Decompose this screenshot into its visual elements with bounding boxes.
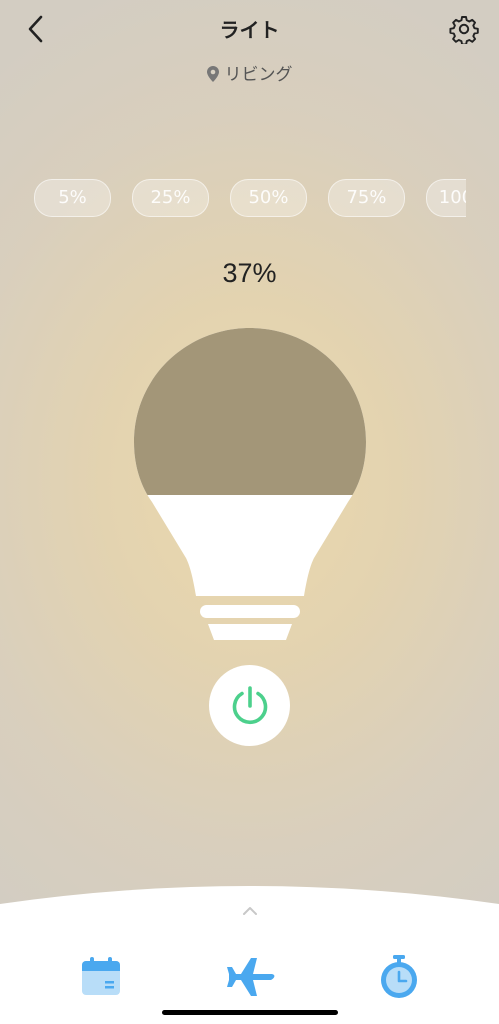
tab-away-mode[interactable] [227,955,275,999]
preset-75[interactable]: 75% [328,179,405,217]
light-bulb-icon[interactable] [130,326,370,646]
brightness-presets: 5% 25% 50% 75% 100% [34,179,466,219]
power-button[interactable] [209,665,290,746]
chevron-up-icon [243,907,257,915]
stopwatch-icon [381,955,417,998]
tab-timer[interactable] [377,955,421,999]
preset-25[interactable]: 25% [132,179,209,217]
room-name: リビング [224,65,293,85]
home-indicator [162,1010,338,1015]
preset-100[interactable]: 100% [426,179,466,217]
preset-50[interactable]: 50% [230,179,307,217]
settings-button[interactable] [449,14,479,46]
header: ライト リビング [0,0,499,100]
power-icon [232,685,267,724]
location-pin-icon [206,66,219,82]
gear-icon [449,16,479,46]
brightness-value: 37% [222,258,277,288]
calendar-icon [82,957,120,995]
page-title: ライト [219,18,280,42]
expand-panel-button[interactable] [239,903,261,917]
tab-schedule[interactable] [79,955,123,999]
preset-5[interactable]: 5% [34,179,111,217]
airplane-icon [227,958,275,996]
location-label: リビング [0,60,499,85]
bottom-panel [0,886,499,1024]
